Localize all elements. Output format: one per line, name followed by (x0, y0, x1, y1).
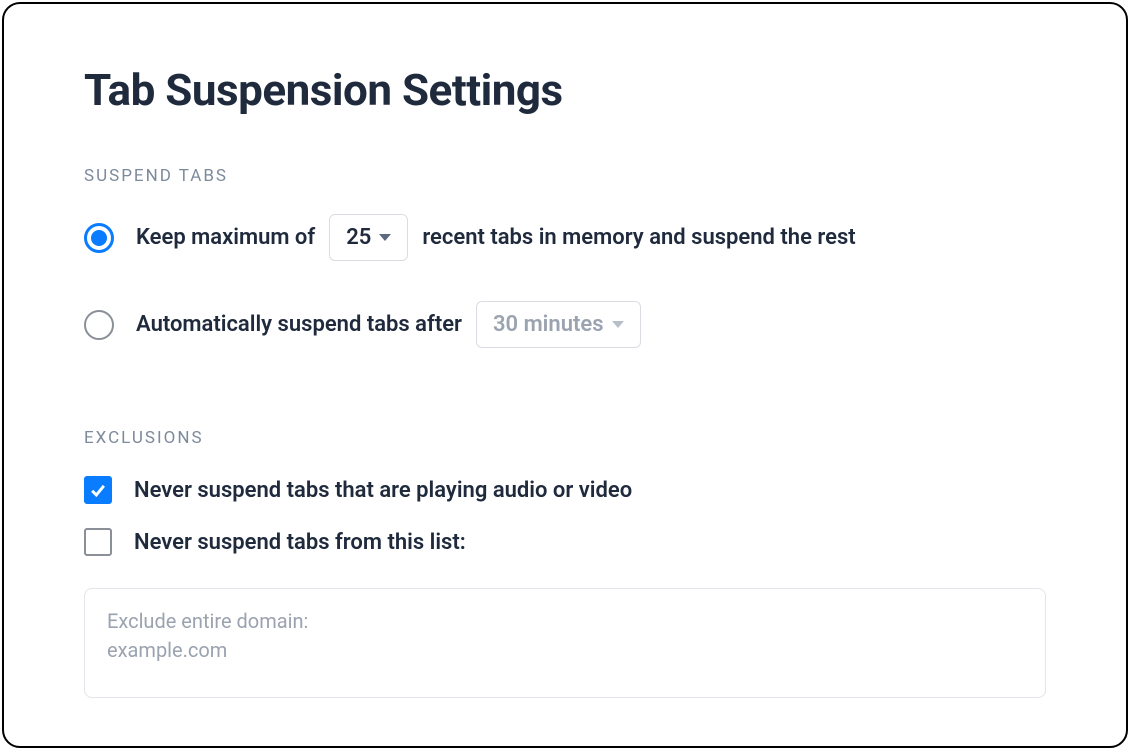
checkbox-never-suspend-media[interactable] (84, 476, 112, 504)
option-keep-maximum-prefix: Keep maximum of (136, 225, 315, 250)
exclusion-media-row[interactable]: Never suspend tabs that are playing audi… (84, 476, 1046, 504)
radio-auto-suspend[interactable] (84, 310, 114, 340)
dropdown-auto-time-value: 30 minutes (493, 312, 604, 337)
option-keep-maximum-text: Keep maximum of 25 recent tabs in memory… (136, 214, 856, 261)
page-title: Tab Suspension Settings (84, 64, 1046, 116)
exclusion-list-row[interactable]: Never suspend tabs from this list: (84, 528, 1046, 556)
option-auto-suspend-prefix: Automatically suspend tabs after (136, 312, 462, 337)
option-auto-suspend[interactable]: Automatically suspend tabs after 30 minu… (84, 301, 1046, 348)
checkbox-never-suspend-media-label: Never suspend tabs that are playing audi… (134, 478, 632, 503)
radio-keep-maximum[interactable] (84, 223, 114, 253)
checkbox-never-suspend-list-label: Never suspend tabs from this list: (134, 530, 466, 555)
dropdown-auto-time[interactable]: 30 minutes (476, 301, 641, 348)
suspend-tabs-header: SUSPEND TABS (84, 166, 1046, 186)
checkmark-icon (88, 480, 108, 500)
checkbox-never-suspend-list[interactable] (84, 528, 112, 556)
exclusion-list-textarea[interactable] (84, 588, 1046, 698)
dropdown-max-tabs-value: 25 (346, 225, 371, 250)
chevron-down-icon (379, 234, 391, 241)
dropdown-max-tabs[interactable]: 25 (329, 214, 408, 261)
settings-card: Tab Suspension Settings SUSPEND TABS Kee… (2, 2, 1128, 748)
option-keep-maximum-suffix: recent tabs in memory and suspend the re… (422, 225, 855, 250)
exclusions-header: EXCLUSIONS (84, 428, 1046, 448)
option-keep-maximum[interactable]: Keep maximum of 25 recent tabs in memory… (84, 214, 1046, 261)
chevron-down-icon (612, 321, 624, 328)
option-auto-suspend-text: Automatically suspend tabs after 30 minu… (136, 301, 641, 348)
